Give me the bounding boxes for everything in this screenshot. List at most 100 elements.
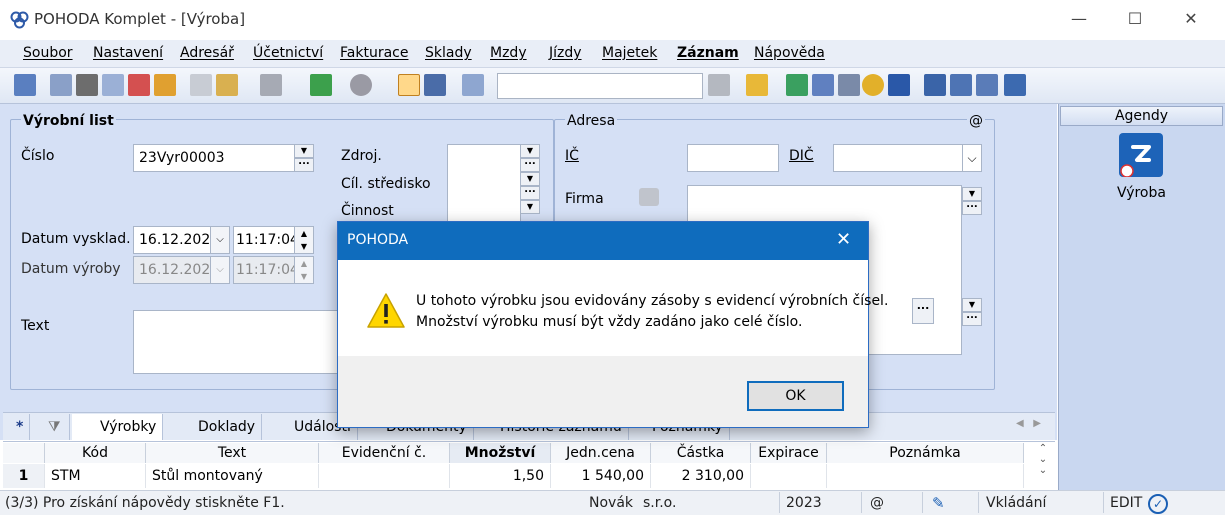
datum-vysklad-calendar-button[interactable]: ⌵: [210, 226, 230, 254]
calculator-percent-icon[interactable]: [812, 74, 834, 96]
column-header-mnozstvi[interactable]: Množství: [450, 443, 551, 463]
help-pointer-icon[interactable]: [1004, 74, 1026, 96]
menu-mzdy[interactable]: Mzdy: [490, 45, 527, 61]
stredisko-more-button[interactable]: ...: [520, 185, 540, 200]
brush-icon[interactable]: [216, 74, 238, 96]
dic-dropdown-button[interactable]: ⌵: [962, 144, 982, 172]
window-icon[interactable]: [924, 74, 946, 96]
column-header-jedn-cena[interactable]: Jedn.cena: [551, 443, 651, 463]
cas-vysklad-field[interactable]: 11:17:04: [233, 226, 299, 254]
grid-row-header-corner: [3, 443, 45, 463]
gear-icon[interactable]: [350, 74, 372, 96]
ic-label[interactable]: IČ: [565, 148, 579, 164]
table-cell-jedn-cena[interactable]: 1 540,00: [551, 464, 651, 488]
address-email-at[interactable]: @: [967, 113, 985, 129]
firma-label: Firma: [565, 191, 604, 207]
tab-doklady[interactable]: Doklady: [172, 414, 263, 440]
cislo-label: Číslo: [21, 148, 55, 164]
menu-ucetnictvi[interactable]: Účetnictví: [253, 45, 323, 61]
toolbar-combo-select[interactable]: [497, 73, 703, 99]
column-header-castka[interactable]: Částka: [651, 443, 751, 463]
save-icon[interactable]: [398, 74, 420, 96]
zdroj-stredisko-cinnost-list[interactable]: [447, 144, 521, 224]
table-cell-kod[interactable]: STM: [45, 464, 146, 488]
status-edit: EDIT: [1110, 495, 1143, 511]
table-cell-castka[interactable]: 2 310,00: [651, 464, 751, 488]
favorites-folder-icon[interactable]: [746, 74, 768, 96]
minimize-button[interactable]: —: [1056, 0, 1102, 40]
production-agenda-icon[interactable]: [1119, 133, 1163, 178]
back-arrow-icon[interactable]: [310, 74, 332, 96]
table-cell-expirace[interactable]: [751, 464, 827, 488]
menu-majetek[interactable]: Majetek: [602, 45, 657, 61]
pdf-icon[interactable]: [128, 74, 150, 96]
column-header-kod[interactable]: Kód: [45, 443, 146, 463]
zdroj-more-button[interactable]: ...: [520, 157, 540, 172]
table-cell-mnozstvi[interactable]: 1,50: [450, 464, 551, 488]
ok-button[interactable]: OK: [747, 381, 844, 411]
table-cell-text[interactable]: Stůl montovaný: [146, 464, 319, 488]
print-preview-icon[interactable]: [102, 74, 124, 96]
column-header-expirace[interactable]: Expirace: [751, 443, 827, 463]
status-help-text: (3/3) Pro získání nápovědy stiskněte F1.: [5, 495, 285, 511]
status-edit-pen-icon: ✎: [932, 494, 945, 512]
menu-nastaveni[interactable]: Nastavení: [93, 45, 163, 61]
dic-field[interactable]: [833, 144, 963, 172]
dialog-close-button[interactable]: ✕: [836, 229, 851, 250]
tab-vyrobky[interactable]: Výrobky: [72, 414, 164, 440]
close-window-button[interactable]: ✕: [1168, 0, 1214, 40]
print-icon[interactable]: [76, 74, 98, 96]
status-email-at[interactable]: @: [870, 495, 884, 511]
column-header-evidencni-c[interactable]: Evidenční č.: [319, 443, 450, 463]
menu-zaznam[interactable]: Záznam: [677, 45, 739, 61]
monitor-icon[interactable]: [976, 74, 998, 96]
columns-icon[interactable]: [260, 74, 282, 96]
filter-icon[interactable]: [708, 74, 730, 96]
tab-all[interactable]: *: [10, 414, 31, 440]
money-icon[interactable]: [786, 74, 808, 96]
pdf-mail-icon[interactable]: [154, 74, 176, 96]
column-header-text[interactable]: Text: [146, 443, 319, 463]
dic-label[interactable]: DIČ: [789, 148, 814, 164]
duplicate-icon[interactable]: [462, 74, 484, 96]
tab-filter[interactable]: ⧩: [42, 414, 70, 440]
maximize-button[interactable]: ☐: [1112, 0, 1158, 40]
datum-vysklad-label: Datum vysklad.: [21, 231, 131, 247]
save-all-icon[interactable]: [424, 74, 446, 96]
cas-vysklad-spinner[interactable]: ▲ ▼: [294, 226, 314, 254]
address-list-more-button[interactable]: ...: [962, 311, 982, 326]
cislo-field[interactable]: 23Vyr00003: [133, 144, 295, 172]
form-icon[interactable]: [950, 74, 972, 96]
coins-icon[interactable]: [862, 74, 884, 96]
datum-vyroby-field: 16.12.2023: [133, 256, 219, 284]
copy-icon[interactable]: [50, 74, 72, 96]
firma-more-button[interactable]: ...: [962, 200, 982, 215]
status-year: 2023: [786, 495, 822, 511]
calculator-icon[interactable]: [838, 74, 860, 96]
grid-scrollbar[interactable]: ⌃ ⌄ ⌄: [1036, 443, 1050, 476]
table-cell-poznamka[interactable]: [827, 464, 1024, 488]
text-area[interactable]: [133, 310, 348, 374]
address-more-button[interactable]: ...: [912, 298, 934, 324]
iban-icon[interactable]: [888, 74, 910, 96]
exit-agenda-icon[interactable]: [14, 74, 36, 96]
document-icon[interactable]: [190, 74, 212, 96]
tabs-scroll-arrows[interactable]: ◀ ▶: [1016, 418, 1041, 429]
menu-adresar[interactable]: Adresář: [180, 45, 234, 61]
datum-vysklad-field[interactable]: 16.12.2023: [133, 226, 219, 254]
status-separator: [922, 492, 923, 513]
menu-sklady[interactable]: Sklady: [425, 45, 472, 61]
clear-address-icon[interactable]: [639, 188, 659, 206]
menu-fakturace[interactable]: Fakturace: [340, 45, 408, 61]
cislo-more-button[interactable]: ...: [294, 157, 314, 172]
menu-napoveda[interactable]: Nápověda: [754, 45, 825, 61]
ic-field[interactable]: [687, 144, 779, 172]
status-separator: [779, 492, 780, 513]
menu-soubor[interactable]: Soubor: [23, 45, 73, 61]
column-header-poznamka[interactable]: Poznámka: [827, 443, 1024, 463]
table-cell-evidencni-c[interactable]: [319, 464, 450, 488]
menu-jizdy[interactable]: Jízdy: [549, 45, 582, 61]
agenda-item-label[interactable]: Výroba: [1117, 185, 1166, 201]
table-row-number[interactable]: 1: [3, 464, 45, 488]
cinnost-dropdown-button[interactable]: ▼: [520, 200, 540, 214]
